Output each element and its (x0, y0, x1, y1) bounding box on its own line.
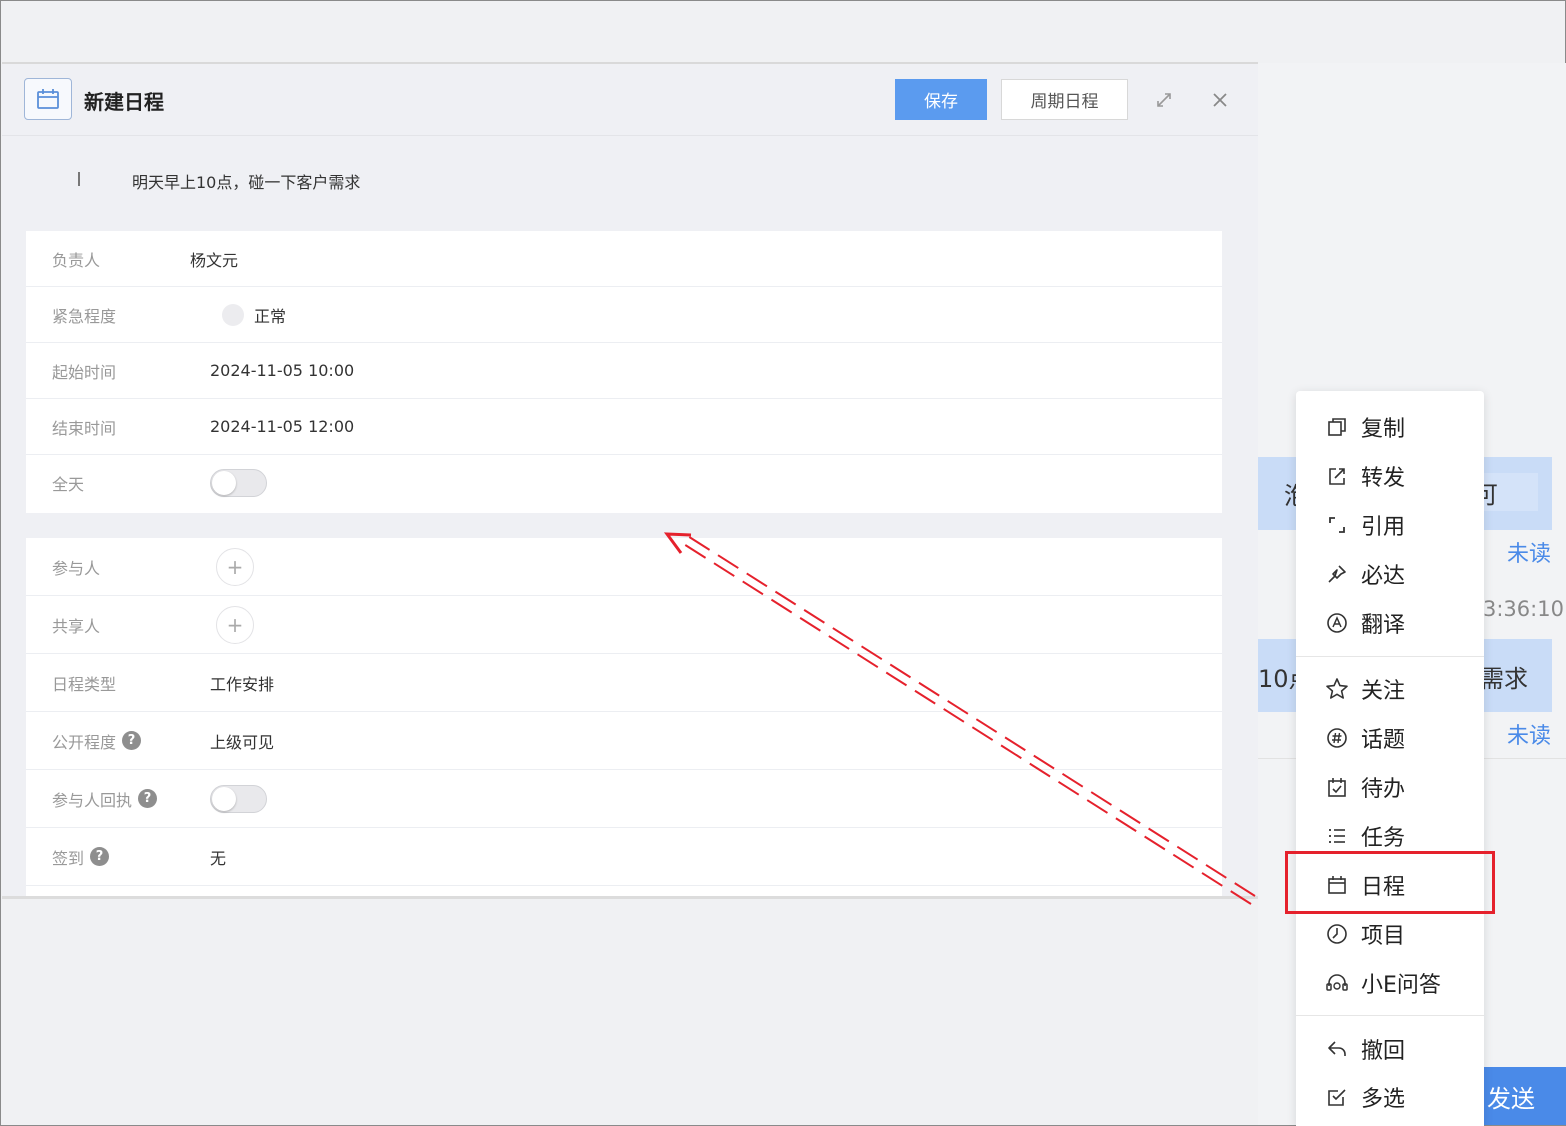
add-sharer-button[interactable]: + (216, 605, 254, 644)
close-icon[interactable] (1208, 88, 1232, 112)
menu-item-project[interactable]: 项目 (1296, 912, 1484, 956)
message-context-menu: 复制 转发 引用 必达 翻译 关注 话题 待办 任务 日程 项目 小E问答 撤回… (1296, 391, 1484, 1126)
forward-icon (1325, 464, 1349, 488)
schedule-type-row[interactable]: 日程类型 工作安排 (26, 654, 1222, 712)
calendar-icon (24, 78, 72, 120)
chat-message-text: 需求 (1480, 665, 1528, 693)
hashtag-icon (1325, 726, 1349, 750)
menu-separator (1296, 656, 1484, 657)
menu-item-topic[interactable]: 话题 (1296, 716, 1484, 760)
menu-item-forward[interactable]: 转发 (1296, 454, 1484, 498)
pin-icon (1325, 562, 1349, 586)
end-time-value[interactable]: 2024-11-05 12:00 (210, 417, 354, 436)
recall-icon (1325, 1037, 1349, 1061)
unread-status: 未读 (1507, 724, 1552, 749)
checkin-label: 签到 ? (52, 845, 110, 869)
end-time-row[interactable]: 结束时间 2024-11-05 12:00 (26, 399, 1222, 455)
owner-value[interactable]: 杨文元 (190, 247, 238, 271)
visibility-label: 公开程度 ? (52, 729, 142, 753)
add-participant-button[interactable]: + (216, 547, 254, 586)
participants-row: 参与人 + (26, 538, 1222, 596)
help-icon[interactable]: ? (138, 789, 158, 808)
all-day-label: 全天 (52, 475, 85, 494)
start-time-value[interactable]: 2024-11-05 10:00 (210, 361, 354, 380)
extra-info-panel: 参与人 + 共享人 + 日程类型 工作安排 公开程度 ? 上级可见 参与人回执 … (26, 538, 1222, 898)
owner-row[interactable]: 负责人 杨文元 (26, 231, 1222, 287)
end-time-label: 结束时间 (52, 418, 117, 438)
unread-status: 未读 (1507, 542, 1552, 567)
menu-item-translate[interactable]: 翻译 (1296, 601, 1484, 645)
owner-label: 负责人 (52, 250, 101, 270)
menu-item-quote[interactable]: 引用 (1296, 503, 1484, 547)
receipt-toggle[interactable] (210, 784, 267, 813)
copy-icon (1325, 415, 1349, 439)
divider (2, 896, 1258, 899)
schedule-subject[interactable]: 明天早上10点，碰一下客户需求 (26, 160, 1222, 206)
quote-icon (1325, 513, 1349, 537)
sharers-label: 共享人 (52, 616, 101, 636)
receipt-row: 参与人回执 ? (26, 770, 1222, 828)
all-day-toggle[interactable] (210, 469, 267, 497)
checkin-value[interactable]: 无 (210, 845, 226, 869)
urgency-label: 紧急程度 (52, 306, 117, 326)
help-icon[interactable]: ? (90, 847, 110, 866)
menu-item-multiselect[interactable]: 多选 (1296, 1075, 1484, 1119)
urgency-row[interactable]: 紧急程度 正常 (26, 287, 1222, 343)
visibility-row[interactable]: 公开程度 ? 上级可见 (26, 712, 1222, 770)
participants-label: 参与人 (52, 558, 101, 578)
dialog-title: 新建日程 (84, 90, 164, 114)
project-icon (1325, 922, 1349, 946)
menu-item-copy[interactable]: 复制 (1296, 405, 1484, 449)
urgency-dot (222, 303, 244, 326)
save-button[interactable]: 保存 (895, 79, 987, 120)
message-timestamp: 3:36:10 (1483, 597, 1564, 621)
subject-marker (78, 172, 80, 186)
basic-info-panel: 负责人 杨文元 紧急程度 正常 起始时间 2024-11-05 10:00 结束… (26, 231, 1222, 513)
receipt-label: 参与人回执 ? (52, 787, 158, 811)
menu-item-pin[interactable]: 必达 (1296, 552, 1484, 596)
new-schedule-dialog: 新建日程 保存 周期日程 明天早上10点，碰一下客户需求 负责人 杨文元 紧急程… (2, 62, 1258, 898)
menu-separator (1296, 1015, 1484, 1016)
highlight-box-schedule (1285, 851, 1495, 914)
schedule-type-label: 日程类型 (52, 674, 117, 694)
help-icon[interactable]: ? (122, 731, 142, 750)
dialog-header: 新建日程 保存 周期日程 (2, 64, 1258, 136)
task-list-icon (1325, 824, 1349, 848)
star-icon (1325, 677, 1349, 701)
menu-item-assistant[interactable]: 小E问答 (1296, 961, 1484, 1005)
expand-icon[interactable] (1152, 88, 1176, 112)
start-time-label: 起始时间 (52, 362, 117, 382)
multiselect-icon (1325, 1085, 1349, 1109)
menu-item-follow[interactable]: 关注 (1296, 667, 1484, 711)
subject-text: 明天早上10点，碰一下客户需求 (132, 173, 361, 192)
translate-icon (1325, 611, 1349, 635)
assistant-icon (1325, 971, 1349, 995)
checkin-row[interactable]: 签到 ? 无 (26, 828, 1222, 886)
todo-icon (1325, 775, 1349, 799)
urgency-value[interactable]: 正常 (222, 303, 286, 327)
visibility-value[interactable]: 上级可见 (210, 729, 274, 753)
recurring-schedule-button[interactable]: 周期日程 (1001, 79, 1128, 120)
sharers-row: 共享人 + (26, 596, 1222, 654)
start-time-row[interactable]: 起始时间 2024-11-05 10:00 (26, 343, 1222, 399)
menu-item-todo[interactable]: 待办 (1296, 765, 1484, 809)
menu-item-recall[interactable]: 撤回 (1296, 1027, 1484, 1071)
all-day-row: 全天 (26, 455, 1222, 511)
schedule-type-value[interactable]: 工作安排 (210, 671, 274, 695)
